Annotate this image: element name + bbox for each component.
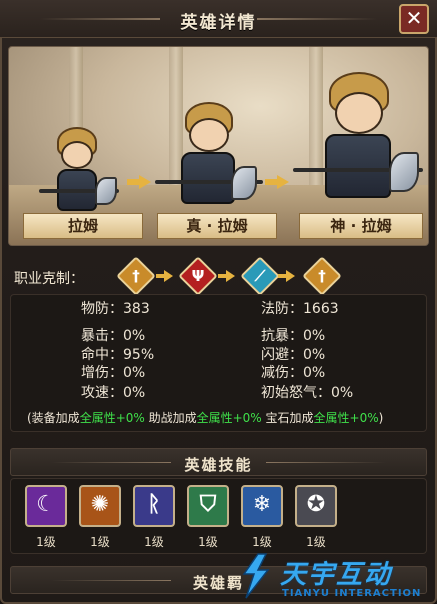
skill-slot[interactable]: ☾ 1级 bbox=[25, 485, 67, 550]
evolve-arrow-icon bbox=[265, 175, 289, 189]
ice-burst-icon: ❄ bbox=[241, 485, 283, 527]
watermark-cn: 天宇互动 bbox=[280, 560, 393, 590]
stats-panel: 物防：383 暴击：0% 命中：95% 增伤：0% 攻速：0% 法防：1663 … bbox=[10, 294, 427, 432]
hero-name-plate: 真 · 拉姆 bbox=[157, 213, 277, 239]
stat-dodge: 闪避：0% bbox=[261, 347, 326, 363]
hero-portrait-base[interactable] bbox=[39, 127, 119, 227]
class-restraint-row: 职业克制： † Ψ ⟋ † bbox=[10, 256, 430, 296]
stat-hit: 命中：95% bbox=[81, 347, 155, 363]
watermark-en: TIANYU INTERACTION bbox=[282, 588, 422, 599]
hero-portrait-divine[interactable] bbox=[293, 72, 423, 227]
arrow-right-icon bbox=[278, 270, 295, 282]
skill-slot[interactable]: ✪ 1级 bbox=[295, 485, 337, 550]
crescent-slash-icon: ☾ bbox=[25, 485, 67, 527]
skill-level: 1级 bbox=[198, 535, 218, 549]
skill-level: 1级 bbox=[36, 535, 56, 549]
demon-class-icon[interactable]: Ψ bbox=[178, 256, 218, 296]
pentagram-icon: ✪ bbox=[295, 485, 337, 527]
magic-class-icon[interactable]: ⟋ bbox=[240, 256, 280, 296]
class-restraint-label: 职业克制： bbox=[14, 271, 84, 287]
watermark-logo: 天宇互动 TIANYU INTERACTION bbox=[236, 548, 437, 604]
skills-section-title: 英雄技能 bbox=[184, 456, 253, 474]
stat-crit: 暴击：0% bbox=[81, 328, 146, 344]
hero-name-plate: 拉姆 bbox=[23, 213, 143, 239]
arrow-right-icon bbox=[218, 270, 235, 282]
hero-portrait-true[interactable] bbox=[155, 102, 263, 227]
skill-slot[interactable]: ⛉ 1级 bbox=[187, 485, 229, 550]
close-button[interactable]: ✕ bbox=[399, 4, 429, 34]
stat-damage-reduction: 减伤：0% bbox=[261, 365, 326, 381]
window-title: 英雄详情 bbox=[180, 13, 257, 33]
skill-slot[interactable]: ᚱ 1级 bbox=[133, 485, 175, 550]
hero-evolution-banner: 拉姆 真 · 拉姆 神 · 拉姆 bbox=[8, 46, 429, 246]
sword-class-icon[interactable]: † bbox=[116, 256, 156, 296]
tianyu-logo-icon bbox=[242, 553, 270, 599]
arrow-right-icon bbox=[156, 270, 173, 282]
skills-section-header: 英雄技能 bbox=[10, 448, 427, 476]
hero-name-plate: 神 · 拉姆 bbox=[299, 213, 423, 239]
flame-burst-icon: ✺ bbox=[79, 485, 121, 527]
stat-initial-rage: 初始怒气：0% bbox=[261, 385, 354, 401]
stat-attack-speed: 攻速：0% bbox=[81, 385, 146, 401]
bonus-summary: (装备加成全属性+0% 助战加成全属性+0% 宝石加成全属性+0%) bbox=[27, 411, 384, 425]
stat-crit-resist: 抗暴：0% bbox=[261, 328, 326, 344]
close-icon: ✕ bbox=[405, 6, 423, 30]
skill-slot[interactable]: ❄ 1级 bbox=[241, 485, 283, 550]
sword-class-icon[interactable]: † bbox=[302, 256, 342, 296]
skill-level: 1级 bbox=[90, 535, 110, 549]
skill-level: 1级 bbox=[144, 535, 164, 549]
stat-magic-defense: 法防：1663 bbox=[261, 301, 339, 317]
skill-slot[interactable]: ✺ 1级 bbox=[79, 485, 121, 550]
skills-list: ☾ 1级 ✺ 1级 ᚱ 1级 ⛉ 1级 ❄ 1级 ✪ 1级 bbox=[10, 478, 427, 554]
stat-damage-bonus: 增伤：0% bbox=[81, 365, 146, 381]
shield-icon: ⛉ bbox=[187, 485, 229, 527]
title-bar: 英雄详情 ✕ bbox=[0, 0, 437, 38]
stat-physical-defense: 物防：383 bbox=[81, 301, 150, 317]
arcane-rune-icon: ᚱ bbox=[133, 485, 175, 527]
evolve-arrow-icon bbox=[127, 175, 151, 189]
